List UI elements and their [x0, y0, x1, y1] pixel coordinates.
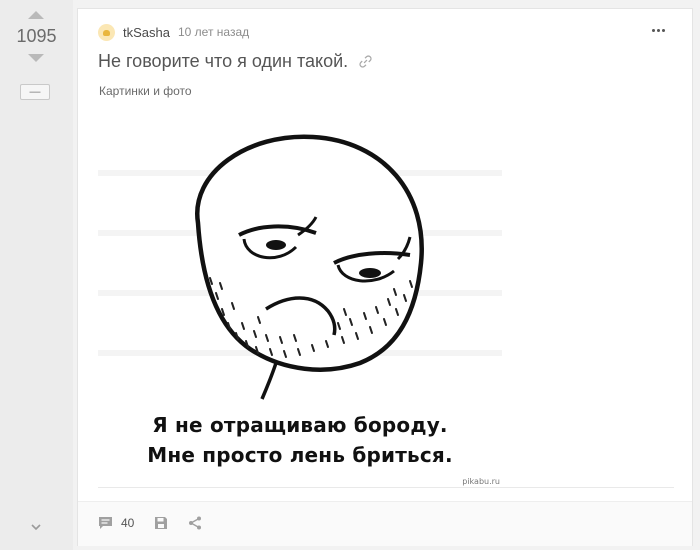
share-icon [189, 516, 201, 530]
story-footer: 40 [78, 501, 692, 546]
author-name[interactable]: tkSasha [123, 25, 170, 40]
rating-value: 1095 [16, 26, 57, 46]
chevron-down-icon[interactable] [28, 522, 44, 534]
story-header: tkSasha 10 лет назад [98, 21, 249, 43]
hide-story-button[interactable]: — [20, 84, 50, 100]
meme-face-drawing [98, 134, 502, 400]
comments-button[interactable]: 40 [98, 516, 134, 530]
more-dots-icon[interactable] [652, 29, 670, 35]
comment-icon [99, 517, 112, 529]
image-caption-line-1: Я не отращиваю бороду. [152, 413, 448, 437]
save-button[interactable] [154, 516, 168, 530]
image-watermark: pikabu.ru [462, 477, 500, 486]
story-card: tkSasha 10 лет назад Не говорите что я о… [77, 8, 693, 546]
comments-count: 40 [121, 516, 135, 530]
link-icon[interactable] [358, 54, 373, 69]
avatar[interactable] [98, 23, 115, 41]
post-time: 10 лет назад [177, 25, 250, 39]
story-title[interactable]: Не говорите что я один такой. [98, 51, 348, 72]
image-caption-line-2: Мне просто лень бриться. [147, 443, 453, 467]
floppy-save-icon [155, 517, 167, 529]
rating-column: 1095 — [0, 0, 73, 550]
upvote-arrow-icon[interactable] [28, 11, 44, 19]
image-divider [98, 487, 674, 488]
downvote-arrow-icon[interactable] [28, 54, 44, 62]
title-row: Не говорите что я один такой. [98, 51, 373, 72]
story-image: Я не отращиваю бороду. Мне просто лень б… [98, 113, 502, 489]
share-button[interactable] [188, 516, 202, 530]
story-tag[interactable]: Картинки и фото [99, 84, 192, 98]
